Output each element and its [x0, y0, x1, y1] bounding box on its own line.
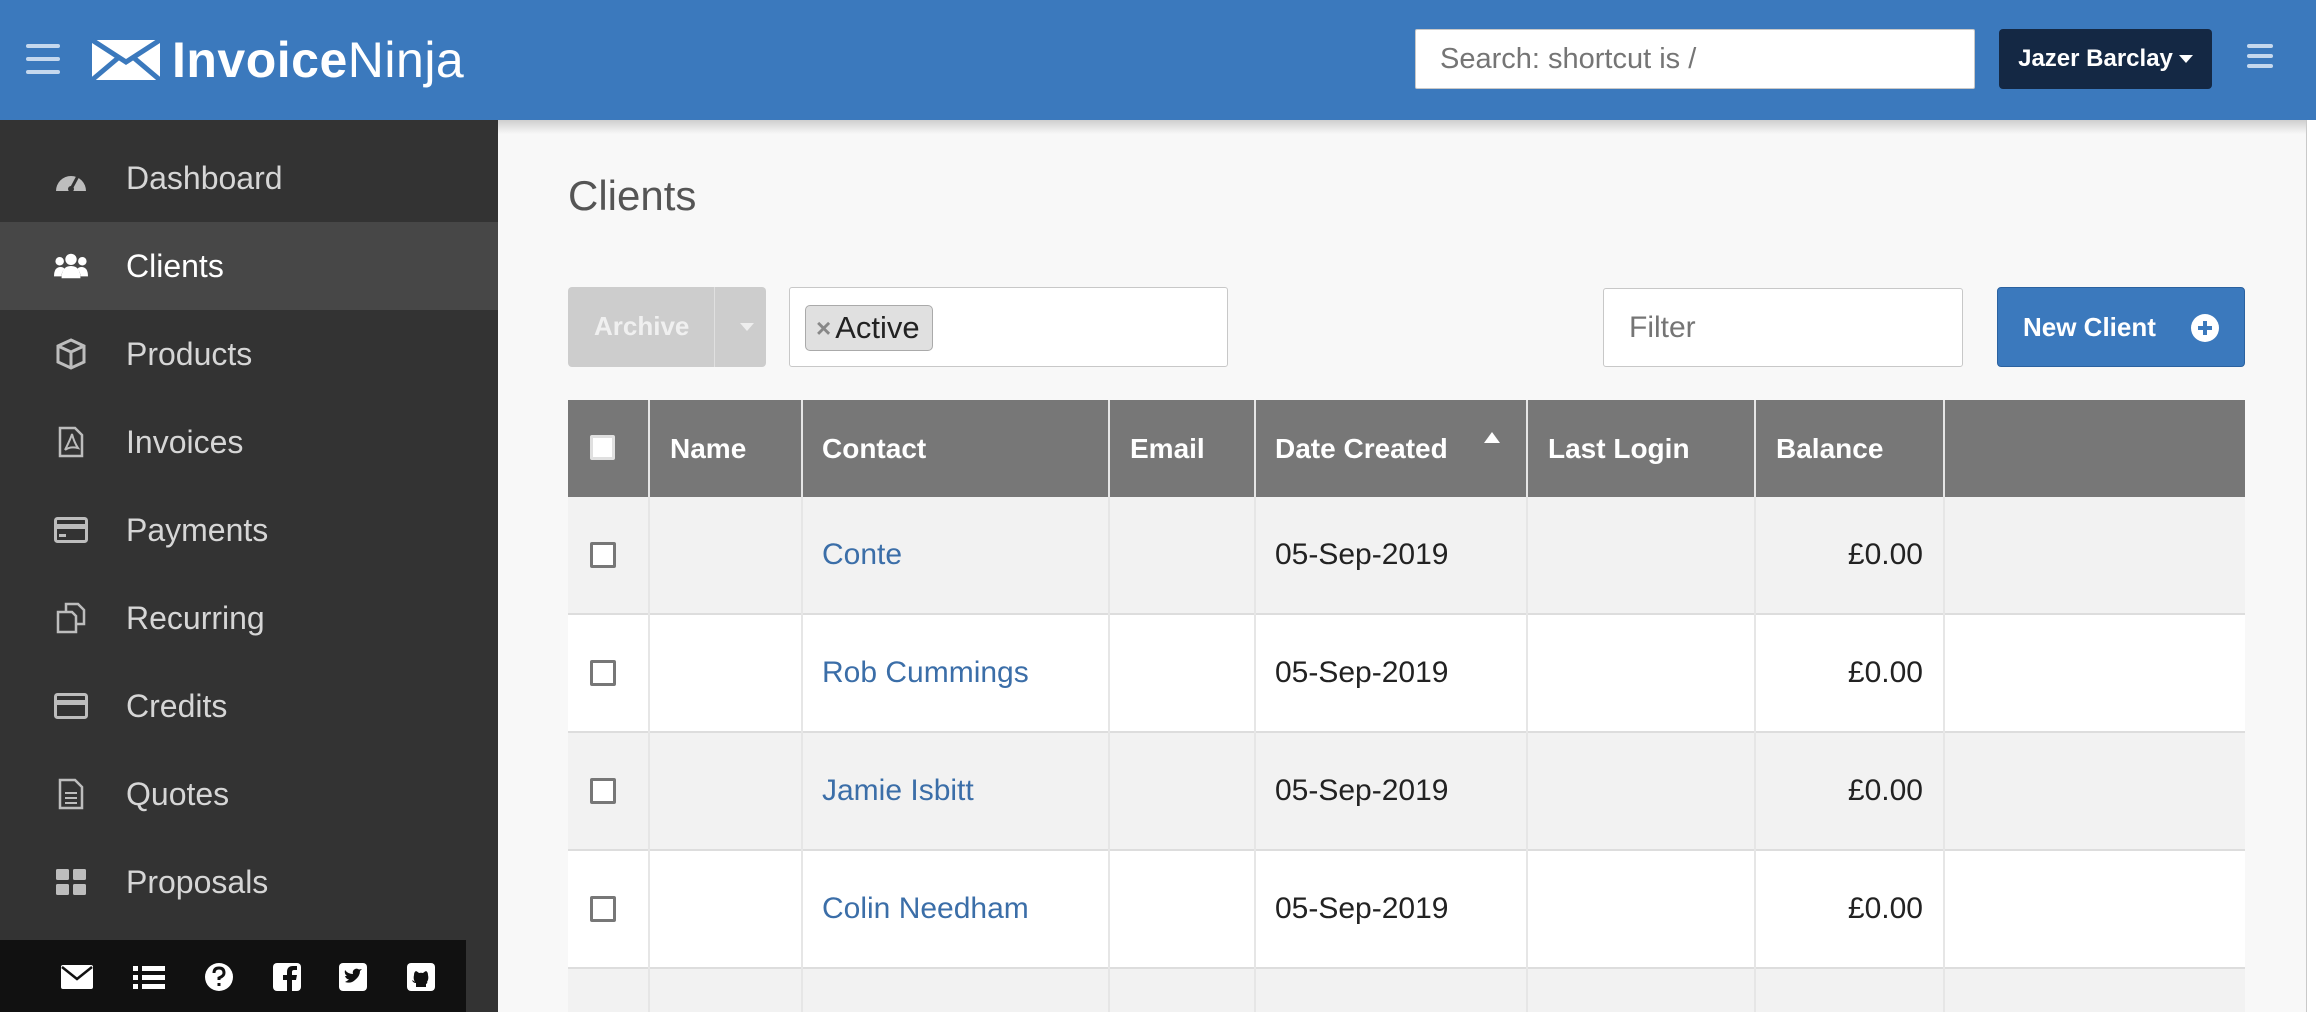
column-separator	[1526, 400, 1528, 1012]
sidebar-item-label: Dashboard	[126, 159, 283, 196]
cube-icon	[54, 337, 88, 371]
cell-date-created: 05-Sep-2019	[1275, 656, 1449, 689]
table-row: Rob Cummings 05-Sep-2019 £0.00	[568, 615, 2245, 733]
sidebar-footer	[0, 940, 466, 1012]
row-checkbox[interactable]	[590, 542, 616, 568]
grid-icon	[54, 865, 88, 899]
sidebar-item-proposals[interactable]: Proposals	[0, 838, 498, 926]
cell-contact-link[interactable]: Conte	[822, 497, 902, 613]
column-header-contact[interactable]: Contact	[822, 400, 926, 497]
new-client-button[interactable]: New Client	[1997, 287, 2245, 367]
column-separator	[1754, 400, 1756, 1012]
top-navbar: InvoiceNinja Jazer Barclay	[0, 0, 2316, 120]
list-icon[interactable]	[132, 962, 166, 992]
users-icon	[54, 249, 88, 283]
twitter-icon[interactable]	[336, 962, 370, 992]
sidebar-item-label: Recurring	[126, 599, 265, 636]
sidebar-item-label: Products	[126, 335, 253, 372]
sidebar-item-invoices[interactable]: Invoices	[0, 398, 498, 486]
sort-ascending-icon	[1484, 432, 1500, 443]
sidebar-item-label: Proposals	[126, 863, 269, 900]
sidebar-item-quotes[interactable]: Quotes	[0, 750, 498, 838]
header-shadow	[498, 120, 2316, 134]
table-header: Name Contact Email Date Created Last Log…	[568, 400, 2245, 497]
cell-date-created: 05-Sep-2019	[1275, 892, 1449, 925]
row-checkbox[interactable]	[590, 660, 616, 686]
cell-balance: £0.00	[1847, 538, 1923, 571]
cell-contact-link[interactable]: Rob Cummings	[822, 615, 1029, 731]
credit-card-icon	[54, 513, 88, 547]
cell-date-created: 05-Sep-2019	[1275, 774, 1449, 807]
menu-toggle-icon[interactable]	[26, 44, 60, 74]
column-header-email[interactable]: Email	[1130, 400, 1205, 497]
column-separator	[1108, 400, 1110, 1012]
sidebar: Dashboard Clients Products Invoices Paym…	[0, 120, 498, 1012]
sidebar-item-clients[interactable]: Clients	[0, 222, 498, 310]
column-header-name[interactable]: Name	[670, 400, 746, 497]
new-client-label: New Client	[2023, 311, 2156, 342]
column-separator	[801, 400, 803, 1012]
brand-name-light: Ninja	[347, 32, 465, 88]
table-row: Colin Needham 05-Sep-2019 £0.00	[568, 851, 2245, 969]
archive-button-label: Archive	[594, 311, 690, 341]
remove-chip-icon[interactable]: ×	[816, 313, 831, 344]
filter-input[interactable]	[1603, 288, 1963, 367]
cell-date-created: 05-Sep-2019	[1275, 538, 1449, 571]
sidebar-item-label: Invoices	[126, 423, 244, 460]
pdf-file-icon	[54, 425, 88, 459]
dashboard-icon	[54, 161, 88, 195]
cell-balance: £0.00	[1847, 656, 1923, 689]
row-checkbox[interactable]	[590, 778, 616, 804]
column-header-date-created[interactable]: Date Created	[1275, 400, 1448, 497]
app-logo[interactable]: InvoiceNinja	[90, 32, 465, 88]
facebook-icon[interactable]	[270, 962, 304, 992]
file-text-icon	[54, 777, 88, 811]
cell-balance: £0.00	[1847, 774, 1923, 807]
question-icon[interactable]	[202, 962, 236, 992]
brand-name-bold: Invoice	[172, 32, 348, 88]
user-menu-button[interactable]: Jazer Barclay	[1999, 29, 2212, 89]
logo-envelope-icon	[90, 38, 162, 82]
page-title: Clients	[568, 172, 697, 219]
sidebar-item-label: Payments	[126, 511, 269, 548]
user-name: Jazer Barclay	[2018, 45, 2173, 72]
select-all-checkbox[interactable]	[590, 435, 615, 460]
status-filter-select[interactable]: × Active	[789, 287, 1228, 367]
column-header-last-login[interactable]: Last Login	[1548, 400, 1690, 497]
github-icon[interactable]	[404, 962, 438, 992]
sidebar-item-dashboard[interactable]: Dashboard	[0, 134, 498, 222]
sidebar-item-recurring[interactable]: Recurring	[0, 574, 498, 662]
caret-down-icon	[2178, 55, 2193, 63]
cell-balance: £0.00	[1847, 892, 1923, 925]
table-row: Jamie Isbitt 05-Sep-2019 £0.00	[568, 733, 2245, 851]
sidebar-item-products[interactable]: Products	[0, 310, 498, 398]
envelope-icon[interactable]	[60, 962, 94, 992]
credit-card-icon	[54, 689, 88, 723]
right-menu-toggle-icon[interactable]	[2247, 44, 2273, 68]
column-separator	[648, 400, 650, 1012]
search-input[interactable]	[1415, 29, 1975, 89]
table-row-partial	[568, 969, 2245, 1012]
sidebar-item-credits[interactable]: Credits	[0, 662, 498, 750]
cell-contact-link[interactable]: Colin Needham	[822, 851, 1029, 967]
sidebar-item-label: Credits	[126, 687, 228, 724]
sidebar-item-payments[interactable]: Payments	[0, 486, 498, 574]
column-separator	[1943, 400, 1945, 1012]
cell-contact-link[interactable]: Jamie Isbitt	[822, 733, 974, 849]
plus-circle-icon	[2191, 314, 2219, 342]
caret-down-icon[interactable]	[740, 323, 754, 331]
table-row: Conte 05-Sep-2019 £0.00	[568, 497, 2245, 615]
right-panel-edge	[2306, 120, 2316, 1012]
copy-icon	[54, 601, 88, 635]
status-chip-active[interactable]: × Active	[805, 305, 933, 351]
row-checkbox[interactable]	[590, 896, 616, 922]
sidebar-item-label: Clients	[126, 247, 224, 284]
column-header-balance[interactable]: Balance	[1776, 400, 1883, 497]
column-separator	[1254, 400, 1256, 1012]
sidebar-item-label: Quotes	[126, 775, 230, 812]
status-chip-label: Active	[835, 310, 920, 345]
archive-button[interactable]: Archive	[568, 287, 766, 367]
split-divider	[714, 287, 715, 367]
